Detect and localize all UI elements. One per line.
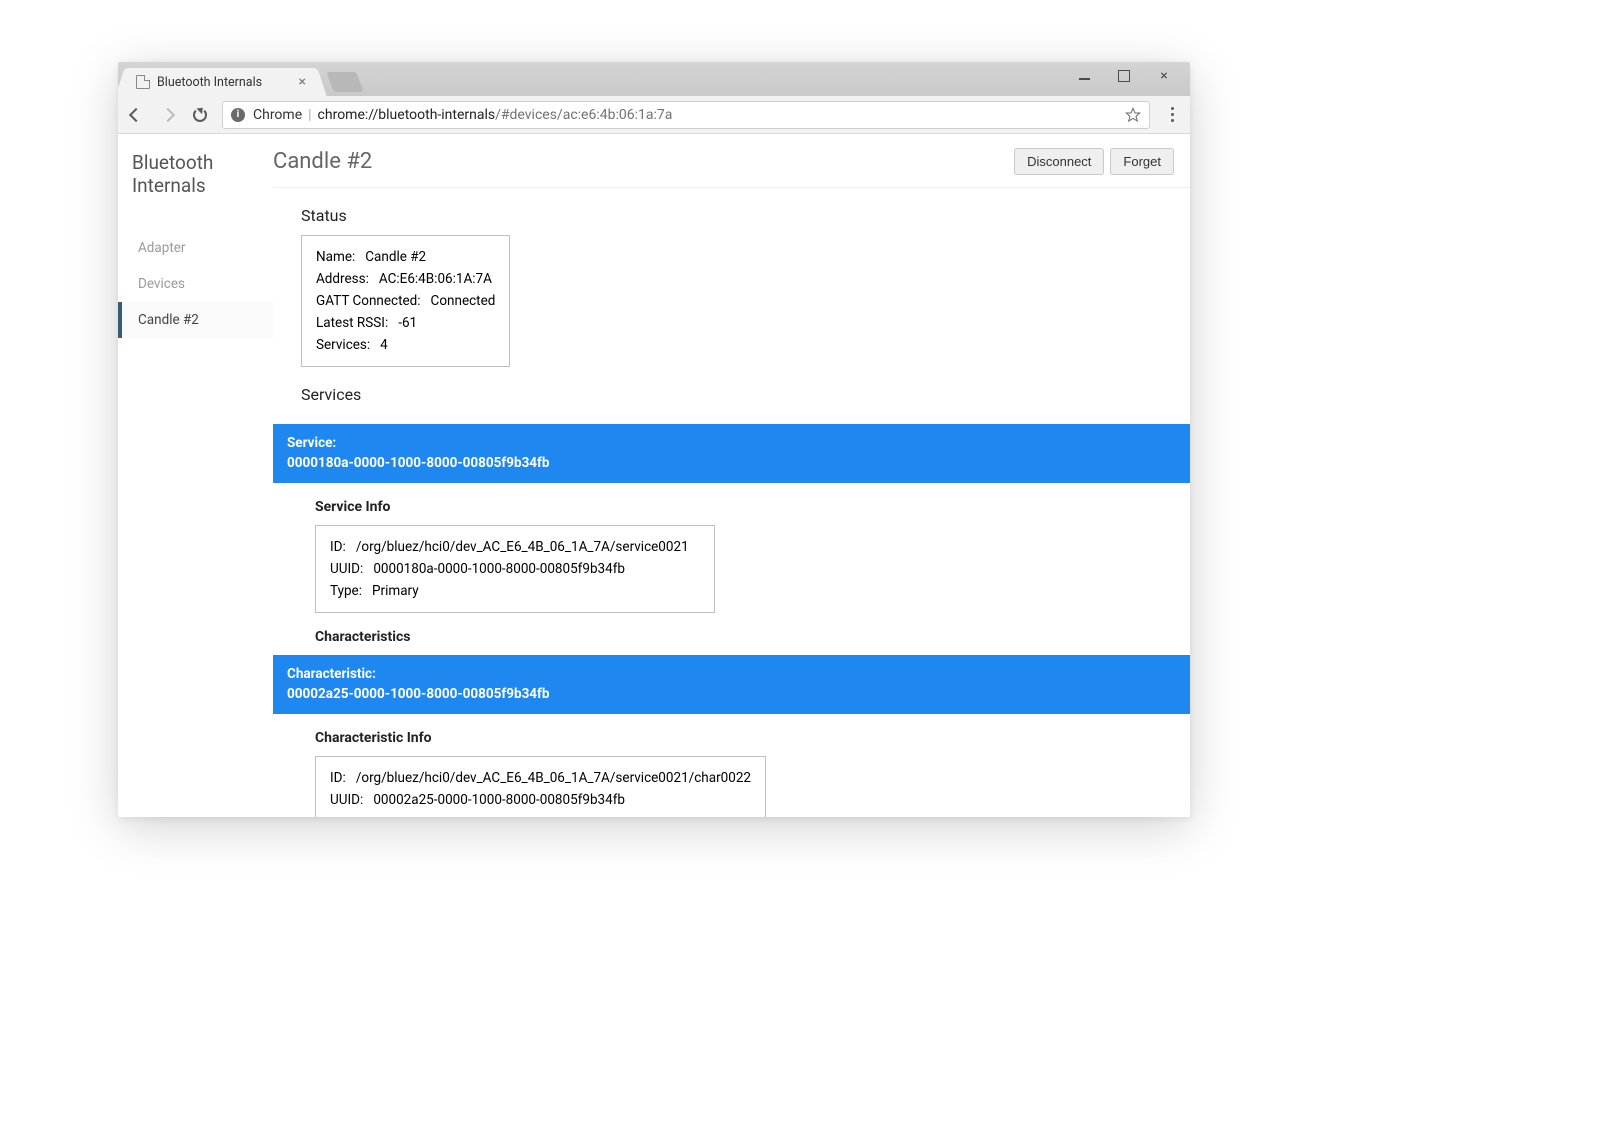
status-row: Name:Candle #2 bbox=[316, 246, 495, 268]
service-block: Service: 0000180a-0000-1000-8000-00805f9… bbox=[273, 424, 1190, 817]
status-box: Name:Candle #2 Address:AC:E6:4B:06:1A:7A… bbox=[301, 235, 510, 367]
characteristic-info-heading: Characteristic Info bbox=[315, 730, 1190, 746]
url-scheme: Chrome bbox=[253, 107, 302, 123]
page-icon bbox=[136, 75, 150, 89]
forward-button[interactable] bbox=[158, 105, 178, 125]
bookmark-star-icon[interactable] bbox=[1125, 107, 1141, 123]
services-heading: Services bbox=[301, 385, 1190, 404]
characteristic-info-box: ID:/org/bluez/hci0/dev_AC_E6_4B_06_1A_7A… bbox=[315, 756, 766, 817]
omnibox[interactable]: i Chrome | chrome://bluetooth-internals/… bbox=[222, 101, 1150, 129]
tab-bluetooth-internals[interactable]: Bluetooth Internals × bbox=[126, 68, 316, 96]
characteristics-heading: Characteristics bbox=[315, 629, 1190, 645]
status-row: Latest RSSI:-61 bbox=[316, 312, 495, 334]
status-section: Status Name:Candle #2 Address:AC:E6:4B:0… bbox=[273, 206, 1190, 385]
info-row: ID:/org/bluez/hci0/dev_AC_E6_4B_06_1A_7A… bbox=[330, 767, 751, 789]
page-title: Candle #2 bbox=[273, 149, 372, 174]
service-info-heading: Service Info bbox=[315, 499, 1190, 515]
new-tab-button[interactable] bbox=[326, 72, 363, 92]
forget-button[interactable]: Forget bbox=[1110, 148, 1174, 175]
characteristic-band[interactable]: Characteristic: 00002a25-0000-1000-8000-… bbox=[273, 655, 1190, 714]
main: Candle #2 Disconnect Forget Status Name:… bbox=[273, 134, 1190, 817]
back-button[interactable] bbox=[126, 105, 146, 125]
window-controls: × bbox=[1064, 62, 1184, 90]
sidebar-item-adapter[interactable]: Adapter bbox=[132, 230, 273, 266]
sidebar: Bluetooth Internals Adapter Devices Cand… bbox=[118, 134, 273, 817]
sidebar-title: Bluetooth Internals bbox=[132, 152, 273, 198]
reload-button[interactable] bbox=[190, 105, 210, 125]
content: Bluetooth Internals Adapter Devices Cand… bbox=[118, 134, 1190, 817]
info-row: Type:Primary bbox=[330, 580, 700, 602]
maximize-icon[interactable] bbox=[1104, 62, 1144, 90]
status-row: Address:AC:E6:4B:06:1A:7A bbox=[316, 268, 495, 290]
services-section: Services bbox=[273, 385, 1190, 424]
main-header: Candle #2 Disconnect Forget bbox=[273, 148, 1190, 188]
info-row: ID:/org/bluez/hci0/dev_AC_E6_4B_06_1A_7A… bbox=[330, 536, 700, 558]
browser-window: Bluetooth Internals × × i Chrome | chrom… bbox=[118, 62, 1190, 817]
status-row: Services:4 bbox=[316, 334, 495, 356]
status-heading: Status bbox=[301, 206, 1190, 225]
disconnect-button[interactable]: Disconnect bbox=[1014, 148, 1104, 175]
service-band[interactable]: Service: 0000180a-0000-1000-8000-00805f9… bbox=[273, 424, 1190, 483]
service-info-box: ID:/org/bluez/hci0/dev_AC_E6_4B_06_1A_7A… bbox=[315, 525, 715, 613]
info-row: UUID:00002a25-0000-1000-8000-00805f9b34f… bbox=[330, 789, 751, 811]
window-close-icon[interactable]: × bbox=[1144, 62, 1184, 90]
minimize-icon[interactable] bbox=[1064, 62, 1104, 90]
characteristics-section: Characteristics bbox=[301, 613, 1190, 645]
tab-title: Bluetooth Internals bbox=[157, 75, 291, 90]
status-row: GATT Connected:Connected bbox=[316, 290, 495, 312]
service-info-section: Service Info ID:/org/bluez/hci0/dev_AC_E… bbox=[301, 483, 1190, 613]
menu-icon[interactable] bbox=[1162, 107, 1182, 122]
characteristic-info-section: Characteristic Info ID:/org/bluez/hci0/d… bbox=[301, 714, 1190, 817]
close-icon[interactable]: × bbox=[299, 74, 306, 90]
tab-strip: Bluetooth Internals × × bbox=[118, 62, 1190, 96]
toolbar: i Chrome | chrome://bluetooth-internals/… bbox=[118, 96, 1190, 134]
url-path: chrome://bluetooth-internals/#devices/ac… bbox=[318, 107, 673, 123]
sidebar-item-devices[interactable]: Devices bbox=[132, 266, 273, 302]
header-actions: Disconnect Forget bbox=[1014, 148, 1174, 175]
info-row: UUID:0000180a-0000-1000-8000-00805f9b34f… bbox=[330, 558, 700, 580]
site-info-icon[interactable]: i bbox=[231, 108, 245, 122]
sidebar-item-candle2[interactable]: Candle #2 bbox=[118, 302, 273, 338]
